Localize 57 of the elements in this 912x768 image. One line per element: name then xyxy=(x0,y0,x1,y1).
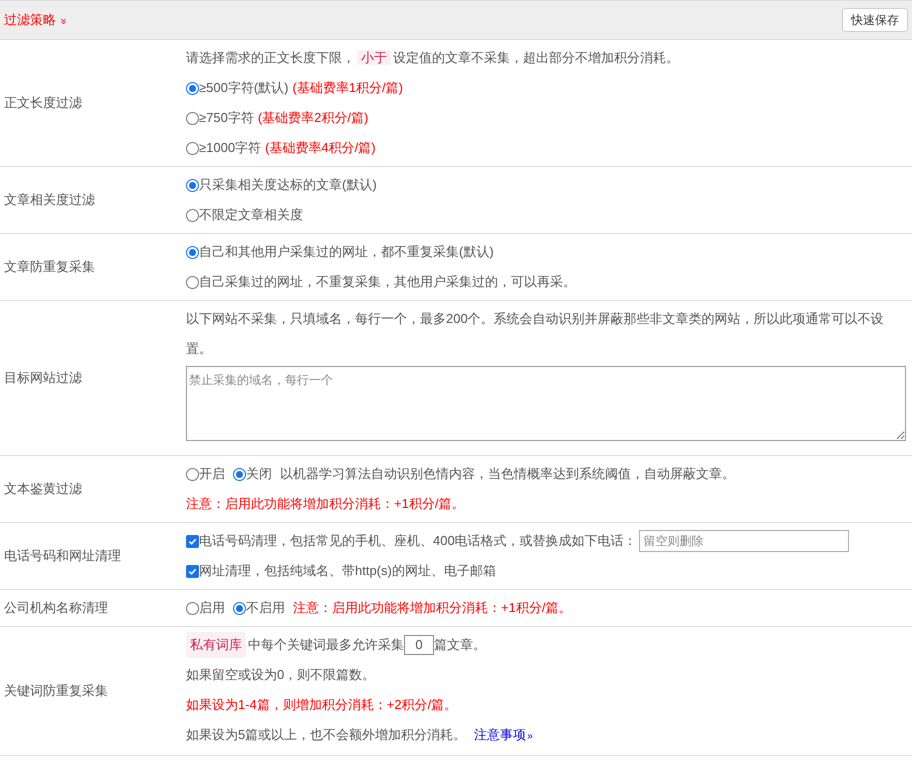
rate-note: (基础费率4积分/篇) xyxy=(265,139,376,157)
checkmark-icon xyxy=(188,566,197,576)
count-input-field[interactable]: 0 xyxy=(404,635,434,655)
description-text: 以下网站不采集，只填域名，每行一个，最多200个。系统会自动识别并屏蔽那些非文章类的网站，所以此项通常可以不设置。 xyxy=(186,311,884,356)
description-text: 中每个关键词最多允许采集 xyxy=(248,636,404,654)
radio-label: ≥500字符(默认) xyxy=(199,79,288,97)
warning-text: 注意：启用此功能将增加积分消耗：+1积分/篇。 xyxy=(293,599,572,617)
description-text: 设定值的文章不采集，超出部分不增加积分消耗。 xyxy=(393,50,679,65)
radio-button[interactable] xyxy=(186,276,199,288)
warning-text: 如果设为1-4篇，则增加积分消耗：+2积分/篇。 xyxy=(186,696,458,714)
radio-label: ≥1000字符 xyxy=(199,139,262,157)
checkbox[interactable] xyxy=(186,564,199,578)
radio-button[interactable] xyxy=(186,142,199,154)
description-text: 如果留空或设为0，则不限篇数。 xyxy=(186,667,376,682)
radio-label: 自己采集过的网址，不重复采集，其他用户采集过的，可以再采。 xyxy=(199,273,576,291)
radio-label: 不启用 xyxy=(246,599,285,617)
phone-input-field[interactable]: 留空则删除 xyxy=(638,530,849,552)
radio-button[interactable] xyxy=(186,178,199,192)
row-label: 关键词防重复采集 xyxy=(4,682,108,700)
radio-label: 开启 xyxy=(199,465,225,483)
checkbox-label: 网址清理，包括纯域名、带http(s)的网址、电子邮箱 xyxy=(199,562,496,580)
checkbox-label: 电话号码清理，包括常见的手机、座机、400电话格式，或替换成如下电话： xyxy=(199,532,637,550)
rate-note: (基础费率1积分/篇) xyxy=(292,79,403,97)
radio-button[interactable] xyxy=(186,208,199,222)
highlight-tag: 私有词库 xyxy=(186,632,246,658)
radio-button[interactable] xyxy=(186,246,199,258)
warning-text: 注意：启用此功能将增加积分消耗：+1积分/篇。 xyxy=(186,495,464,513)
notes-link[interactable]: 注意事项» xyxy=(474,727,533,742)
row-label: 文本鉴黄过滤 xyxy=(4,480,82,498)
radio-label: 启用 xyxy=(199,599,225,617)
checkbox[interactable] xyxy=(186,534,199,548)
highlight-tag: 小于 xyxy=(357,50,391,65)
checkmark-icon xyxy=(188,536,197,546)
row-label: 电话号码和网址清理 xyxy=(4,547,121,566)
domain-input-field[interactable]: 禁止采集的域名，每行一个 xyxy=(186,366,906,441)
radio-button[interactable] xyxy=(233,602,246,614)
description-text: 如果设为5篇或以上，也不会额外增加积分消耗。 xyxy=(186,727,466,742)
row-label: 文章防重复采集 xyxy=(4,258,95,276)
radio-button[interactable] xyxy=(186,602,199,614)
description-text: 请选择需求的正文长度下限， xyxy=(186,50,355,65)
quick-save-button[interactable]: 快速保存 xyxy=(842,8,908,32)
radio-label: 只采集相关度达标的文章(默认) xyxy=(199,176,377,194)
radio-label: 不限定文章相关度 xyxy=(199,206,303,224)
radio-button[interactable] xyxy=(233,468,246,480)
radio-label: 自己和其他用户采集过的网址，都不重复采集(默认) xyxy=(199,243,494,261)
radio-label: 关闭 xyxy=(246,465,272,483)
description-text: 以机器学习算法自动识别色情内容，当色情概率达到系统阈值，自动屏蔽文章。 xyxy=(280,465,735,483)
radio-button[interactable] xyxy=(186,82,199,94)
rate-note: (基础费率2积分/篇) xyxy=(258,109,368,127)
radio-button[interactable] xyxy=(186,112,199,124)
row-label: 正文长度过滤 xyxy=(4,94,82,112)
radio-button[interactable] xyxy=(186,468,199,480)
row-label: 文章相关度过滤 xyxy=(4,191,95,210)
description-text: 篇文章。 xyxy=(434,636,486,654)
row-label: 目标网站过滤 xyxy=(4,369,82,388)
row-label: 公司机构名称清理 xyxy=(4,599,108,618)
radio-label: ≥750字符 xyxy=(199,109,254,127)
